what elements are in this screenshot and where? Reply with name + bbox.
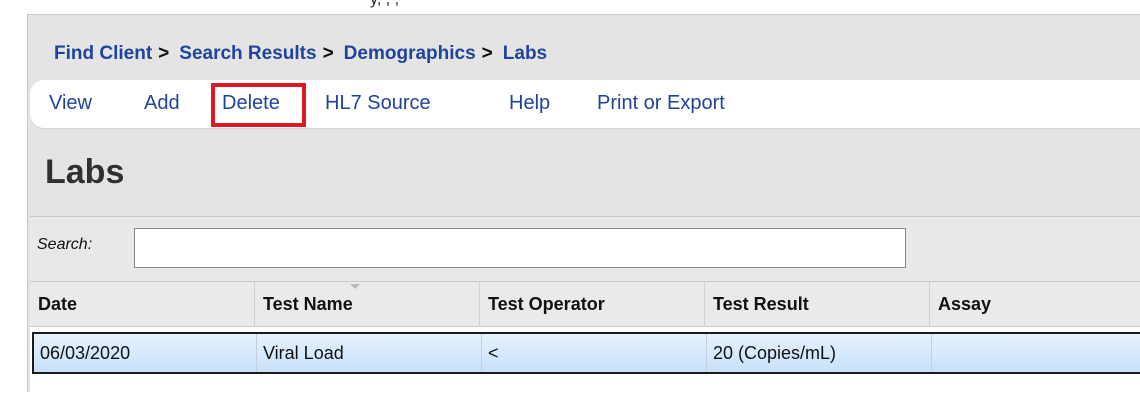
table-row[interactable]: 06/03/2020 Viral Load < 20 (Copies/mL) <box>32 332 1140 374</box>
column-header-test-result[interactable]: Test Result <box>705 282 930 327</box>
column-header-assay[interactable]: Assay <box>930 282 1140 327</box>
breadcrumb-labs[interactable]: Labs <box>503 43 547 65</box>
cell-date: 06/03/2020 <box>34 334 257 372</box>
breadcrumb-separator: > <box>481 43 493 64</box>
column-header-label: Test Name <box>263 294 353 314</box>
add-link[interactable]: Add <box>144 92 180 115</box>
top-strip-cropped-text: y, , , <box>0 0 1140 14</box>
breadcrumb-separator: > <box>158 43 170 64</box>
column-header-date[interactable]: Date <box>30 282 255 327</box>
breadcrumb: Find Client > Search Results > Demograph… <box>54 42 547 66</box>
view-link[interactable]: View <box>49 92 92 115</box>
search-label: Search: <box>37 236 93 253</box>
print-export-link[interactable]: Print or Export <box>597 92 725 115</box>
breadcrumb-demographics[interactable]: Demographics <box>344 43 476 65</box>
search-row: Search: <box>30 217 1140 281</box>
sort-indicator-icon <box>350 284 360 289</box>
table-header: Date Test Name Test Operator Test Result… <box>30 281 1140 327</box>
breadcrumb-separator: > <box>322 43 334 64</box>
breadcrumb-find-client[interactable]: Find Client <box>54 43 152 65</box>
action-toolbar: View Add Delete HL7 Source Help Print or… <box>30 80 1140 128</box>
cell-test-result: 20 (Copies/mL) <box>707 334 932 372</box>
column-header-test-name[interactable]: Test Name <box>255 282 480 327</box>
help-link[interactable]: Help <box>509 92 550 115</box>
search-input[interactable] <box>134 228 906 268</box>
column-header-test-operator[interactable]: Test Operator <box>480 282 705 327</box>
hl7-source-link[interactable]: HL7 Source <box>325 92 431 115</box>
delete-highlight-box <box>211 83 306 127</box>
page-title: Labs <box>45 153 125 191</box>
cell-assay <box>932 334 1140 372</box>
cell-test-name: Viral Load <box>257 334 482 372</box>
cell-test-operator: < <box>482 334 707 372</box>
breadcrumb-search-results[interactable]: Search Results <box>179 43 316 65</box>
labs-grid: Search: Date Test Name Test Operator Tes… <box>30 216 1140 393</box>
cropped-text-fragment: y, , , <box>370 0 399 9</box>
